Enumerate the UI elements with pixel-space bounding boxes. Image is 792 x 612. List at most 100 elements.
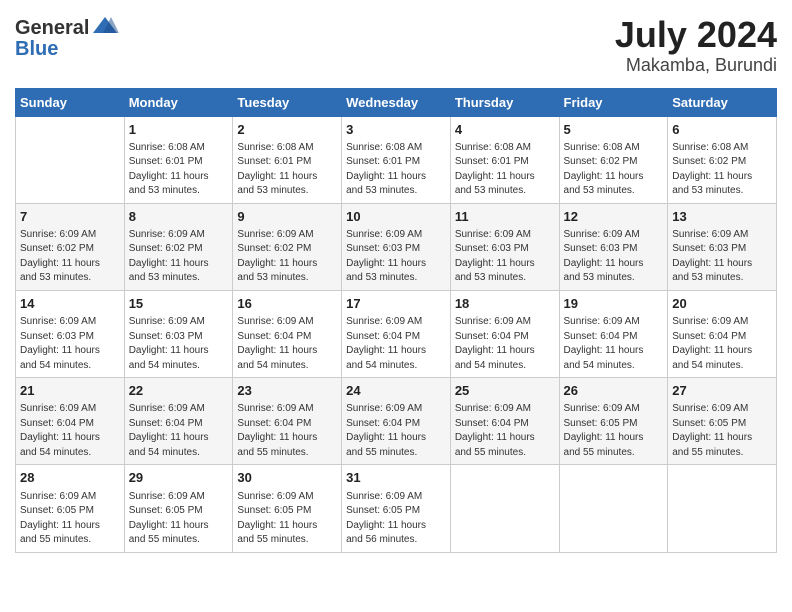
day-number: 28 <box>20 469 120 487</box>
logo-blue: Blue <box>15 38 58 60</box>
day-info: Sunrise: 6:09 AM Sunset: 6:04 PM Dayligh… <box>129 402 229 460</box>
day-number: 14 <box>20 295 120 313</box>
day-cell: 25 Sunrise: 6:09 AM Sunset: 6:04 PM Dayli… <box>450 378 559 465</box>
day-info: Sunrise: 6:09 AM Sunset: 6:05 PM Dayligh… <box>20 490 120 548</box>
day-info: Sunrise: 6:09 AM Sunset: 6:05 PM Dayligh… <box>346 490 446 548</box>
day-cell: 8 Sunrise: 6:09 AM Sunset: 6:02 PM Daylig… <box>124 203 233 290</box>
week-row-2: 7 Sunrise: 6:09 AM Sunset: 6:02 PM Daylig… <box>16 203 777 290</box>
header-monday: Monday <box>124 88 233 116</box>
day-info: Sunrise: 6:09 AM Sunset: 6:03 PM Dayligh… <box>564 228 664 286</box>
logo-general: General <box>15 17 89 40</box>
day-number: 13 <box>672 208 772 226</box>
day-info: Sunrise: 6:08 AM Sunset: 6:01 PM Dayligh… <box>129 141 229 199</box>
day-info: Sunrise: 6:09 AM Sunset: 6:02 PM Dayligh… <box>129 228 229 286</box>
day-number: 19 <box>564 295 664 313</box>
logo-icon <box>91 15 119 42</box>
day-info: Sunrise: 6:09 AM Sunset: 6:04 PM Dayligh… <box>20 402 120 460</box>
day-number: 16 <box>237 295 337 313</box>
day-number: 11 <box>455 208 555 226</box>
day-cell <box>16 116 125 203</box>
logo: General Blue <box>15 15 119 61</box>
day-cell: 23 Sunrise: 6:09 AM Sunset: 6:04 PM Dayli… <box>233 378 342 465</box>
day-number: 4 <box>455 121 555 139</box>
day-info: Sunrise: 6:09 AM Sunset: 6:03 PM Dayligh… <box>129 315 229 373</box>
day-number: 2 <box>237 121 337 139</box>
day-number: 22 <box>129 382 229 400</box>
day-cell: 12Sunrise: 6:09 AM Sunset: 6:03 PM Dayli… <box>559 203 668 290</box>
day-number: 6 <box>672 121 772 139</box>
day-cell: 13Sunrise: 6:09 AM Sunset: 6:03 PM Dayli… <box>668 203 777 290</box>
day-cell: 17 Sunrise: 6:09 AM Sunset: 6:04 PM Dayli… <box>342 290 451 377</box>
day-number: 30 <box>237 469 337 487</box>
week-row-4: 21Sunrise: 6:09 AM Sunset: 6:04 PM Dayli… <box>16 378 777 465</box>
day-number: 29 <box>129 469 229 487</box>
day-cell: 31 Sunrise: 6:09 AM Sunset: 6:05 PM Dayli… <box>342 465 451 552</box>
day-info: Sunrise: 6:08 AM Sunset: 6:01 PM Dayligh… <box>237 141 337 199</box>
day-cell: 4 Sunrise: 6:08 AM Sunset: 6:01 PM Daylig… <box>450 116 559 203</box>
day-number: 8 <box>129 208 229 226</box>
day-cell: 1 Sunrise: 6:08 AM Sunset: 6:01 PM Daylig… <box>124 116 233 203</box>
day-number: 26 <box>564 382 664 400</box>
day-number: 9 <box>237 208 337 226</box>
week-row-3: 14 Sunrise: 6:09 AM Sunset: 6:03 PM Dayli… <box>16 290 777 377</box>
day-cell: 24Sunrise: 6:09 AM Sunset: 6:04 PM Dayli… <box>342 378 451 465</box>
day-cell: 18Sunrise: 6:09 AM Sunset: 6:04 PM Dayli… <box>450 290 559 377</box>
day-cell: 7Sunrise: 6:09 AM Sunset: 6:02 PM Daylig… <box>16 203 125 290</box>
day-number: 23 <box>237 382 337 400</box>
day-cell: 5 Sunrise: 6:08 AM Sunset: 6:02 PM Daylig… <box>559 116 668 203</box>
day-info: Sunrise: 6:09 AM Sunset: 6:04 PM Dayligh… <box>455 402 555 460</box>
day-number: 10 <box>346 208 446 226</box>
location: Makamba, Burundi <box>615 55 777 76</box>
month-year: July 2024 <box>615 15 777 55</box>
day-cell: 6 Sunrise: 6:08 AM Sunset: 6:02 PM Daylig… <box>668 116 777 203</box>
day-number: 27 <box>672 382 772 400</box>
days-header-row: SundayMondayTuesdayWednesdayThursdayFrid… <box>16 88 777 116</box>
day-cell: 11 Sunrise: 6:09 AM Sunset: 6:03 PM Dayli… <box>450 203 559 290</box>
page-header: General Blue July 2024 Makamba, Burundi <box>15 15 777 76</box>
day-info: Sunrise: 6:09 AM Sunset: 6:04 PM Dayligh… <box>672 315 772 373</box>
day-cell: 21Sunrise: 6:09 AM Sunset: 6:04 PM Dayli… <box>16 378 125 465</box>
day-cell: 22 Sunrise: 6:09 AM Sunset: 6:04 PM Dayli… <box>124 378 233 465</box>
day-info: Sunrise: 6:09 AM Sunset: 6:05 PM Dayligh… <box>564 402 664 460</box>
day-cell: 26 Sunrise: 6:09 AM Sunset: 6:05 PM Dayli… <box>559 378 668 465</box>
header-friday: Friday <box>559 88 668 116</box>
header-saturday: Saturday <box>668 88 777 116</box>
day-info: Sunrise: 6:09 AM Sunset: 6:03 PM Dayligh… <box>346 228 446 286</box>
day-number: 3 <box>346 121 446 139</box>
day-info: Sunrise: 6:08 AM Sunset: 6:02 PM Dayligh… <box>672 141 772 199</box>
day-info: Sunrise: 6:08 AM Sunset: 6:02 PM Dayligh… <box>564 141 664 199</box>
day-cell <box>450 465 559 552</box>
day-cell: 20 Sunrise: 6:09 AM Sunset: 6:04 PM Dayli… <box>668 290 777 377</box>
day-number: 7 <box>20 208 120 226</box>
day-cell: 28 Sunrise: 6:09 AM Sunset: 6:05 PM Dayli… <box>16 465 125 552</box>
day-number: 15 <box>129 295 229 313</box>
day-info: Sunrise: 6:09 AM Sunset: 6:05 PM Dayligh… <box>672 402 772 460</box>
week-row-5: 28 Sunrise: 6:09 AM Sunset: 6:05 PM Dayli… <box>16 465 777 552</box>
calendar-table: SundayMondayTuesdayWednesdayThursdayFrid… <box>15 88 777 553</box>
day-info: Sunrise: 6:09 AM Sunset: 6:04 PM Dayligh… <box>237 402 337 460</box>
day-cell: 14 Sunrise: 6:09 AM Sunset: 6:03 PM Dayli… <box>16 290 125 377</box>
day-number: 20 <box>672 295 772 313</box>
header-sunday: Sunday <box>16 88 125 116</box>
day-info: Sunrise: 6:09 AM Sunset: 6:04 PM Dayligh… <box>564 315 664 373</box>
day-info: Sunrise: 6:09 AM Sunset: 6:04 PM Dayligh… <box>346 315 446 373</box>
day-number: 25 <box>455 382 555 400</box>
day-cell <box>559 465 668 552</box>
day-info: Sunrise: 6:09 AM Sunset: 6:05 PM Dayligh… <box>129 490 229 548</box>
title-block: July 2024 Makamba, Burundi <box>615 15 777 76</box>
day-number: 24 <box>346 382 446 400</box>
day-info: Sunrise: 6:09 AM Sunset: 6:03 PM Dayligh… <box>20 315 120 373</box>
header-thursday: Thursday <box>450 88 559 116</box>
header-tuesday: Tuesday <box>233 88 342 116</box>
day-number: 1 <box>129 121 229 139</box>
day-cell: 15 Sunrise: 6:09 AM Sunset: 6:03 PM Dayli… <box>124 290 233 377</box>
day-number: 31 <box>346 469 446 487</box>
day-cell: 29 Sunrise: 6:09 AM Sunset: 6:05 PM Dayli… <box>124 465 233 552</box>
day-number: 17 <box>346 295 446 313</box>
day-cell: 9Sunrise: 6:09 AM Sunset: 6:02 PM Daylig… <box>233 203 342 290</box>
day-number: 5 <box>564 121 664 139</box>
day-info: Sunrise: 6:08 AM Sunset: 6:01 PM Dayligh… <box>346 141 446 199</box>
day-info: Sunrise: 6:09 AM Sunset: 6:05 PM Dayligh… <box>237 490 337 548</box>
day-info: Sunrise: 6:08 AM Sunset: 6:01 PM Dayligh… <box>455 141 555 199</box>
day-info: Sunrise: 6:09 AM Sunset: 6:03 PM Dayligh… <box>455 228 555 286</box>
